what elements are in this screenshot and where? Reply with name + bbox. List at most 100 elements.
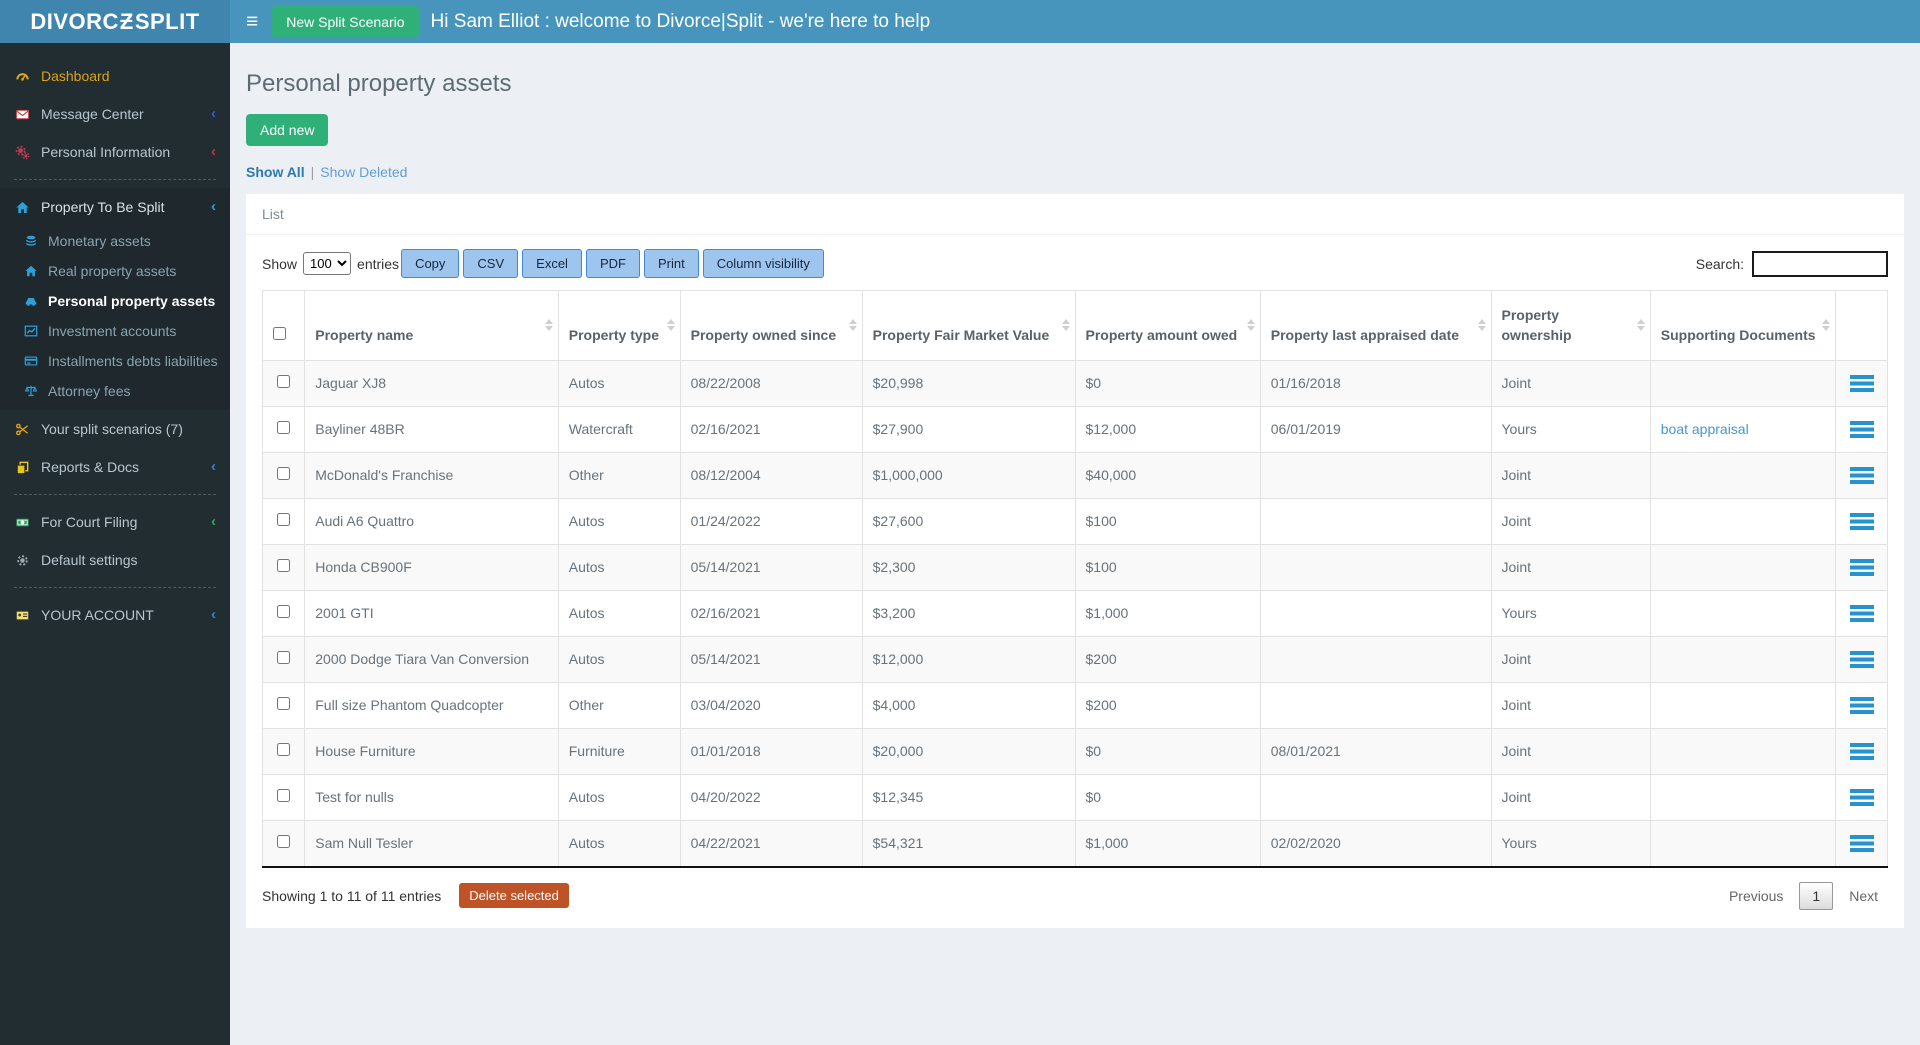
row-checkbox[interactable] bbox=[277, 421, 291, 435]
cell-ownership: Yours bbox=[1490, 589, 1651, 637]
row-menu-icon[interactable] bbox=[1849, 788, 1874, 806]
row-menu-icon[interactable] bbox=[1849, 604, 1874, 622]
row-checkbox[interactable] bbox=[277, 651, 291, 665]
column-header-supporting-documents[interactable]: Supporting Documents bbox=[1649, 290, 1837, 361]
sidebar-item-your-account[interactable]: YOUR ACCOUNT ‹ bbox=[0, 596, 230, 634]
app-logo[interactable]: DIVORC Ƶ SPLIT bbox=[0, 0, 230, 43]
excel-button[interactable]: Excel bbox=[522, 249, 582, 278]
column-header-fair-market-value[interactable]: Property Fair Market Value bbox=[861, 290, 1076, 361]
row-menu-icon[interactable] bbox=[1849, 466, 1874, 484]
sidebar-item-your-split-scenarios[interactable]: Your split scenarios (7) bbox=[0, 410, 230, 448]
sidebar-toggle-icon[interactable]: ≡ bbox=[230, 11, 272, 32]
gear-icon bbox=[14, 552, 31, 568]
sort-icon bbox=[1636, 319, 1645, 332]
cell-property-name: Full size Phantom Quadcopter bbox=[304, 681, 559, 729]
column-visibility-button[interactable]: Column visibility bbox=[702, 249, 824, 278]
cell-actions bbox=[1835, 727, 1888, 775]
row-checkbox[interactable] bbox=[277, 697, 291, 711]
chevron-left-icon: ‹ bbox=[211, 458, 216, 475]
cell-ownership: Joint bbox=[1490, 359, 1651, 407]
cell-actions bbox=[1835, 543, 1888, 591]
page-number-button[interactable]: 1 bbox=[1799, 881, 1834, 910]
new-split-scenario-button[interactable]: New Split Scenario bbox=[272, 5, 419, 38]
search-input[interactable] bbox=[1752, 250, 1888, 277]
sidebar-item-real-property-assets[interactable]: Real property assets bbox=[0, 256, 230, 286]
add-new-button[interactable]: Add new bbox=[246, 114, 329, 146]
row-checkbox[interactable] bbox=[277, 743, 291, 757]
cell-amount-owed: $0 bbox=[1074, 727, 1261, 775]
cell-property-type: Watercraft bbox=[557, 405, 681, 453]
print-button[interactable]: Print bbox=[643, 249, 699, 278]
sidebar-item-default-settings[interactable]: Default settings bbox=[0, 541, 230, 579]
column-header-ownership[interactable]: Property ownership bbox=[1490, 290, 1651, 361]
row-checkbox[interactable] bbox=[277, 375, 291, 389]
column-header-property-name[interactable]: Property name bbox=[304, 290, 559, 361]
sidebar-item-label: Real property assets bbox=[48, 263, 177, 279]
row-menu-icon[interactable] bbox=[1849, 834, 1874, 852]
column-header-amount-owed[interactable]: Property amount owed bbox=[1074, 290, 1261, 361]
sidebar-item-monetary-assets[interactable]: Monetary assets bbox=[0, 226, 230, 256]
table-header-row: Property name Property type Property own… bbox=[261, 290, 1888, 361]
sidebar-item-for-court-filing[interactable]: For Court Filing ‹ bbox=[0, 503, 230, 541]
page-size-select[interactable]: 100 bbox=[303, 252, 352, 275]
cell-ownership: Joint bbox=[1490, 773, 1651, 821]
supporting-doc-link[interactable]: boat appraisal bbox=[1661, 421, 1749, 437]
row-checkbox[interactable] bbox=[277, 605, 291, 619]
cell-owned-since: 01/01/2018 bbox=[679, 727, 863, 775]
cell-property-type: Other bbox=[557, 681, 681, 729]
row-menu-icon[interactable] bbox=[1849, 420, 1874, 438]
sidebar-group-property-to-be-split: Property To Be Split ‹ Monetary assets R… bbox=[0, 188, 230, 410]
sidebar-item-label: Reports & Docs bbox=[41, 459, 140, 475]
delete-selected-button[interactable]: Delete selected bbox=[459, 883, 569, 909]
row-checkbox[interactable] bbox=[277, 467, 291, 481]
pdf-button[interactable]: PDF bbox=[585, 249, 640, 278]
cell-ownership: Joint bbox=[1490, 727, 1651, 775]
sidebar-item-attorney-fees[interactable]: Attorney fees bbox=[0, 376, 230, 406]
row-checkbox[interactable] bbox=[277, 559, 291, 573]
sidebar-item-dashboard[interactable]: Dashboard bbox=[0, 57, 230, 95]
cell-ownership: Joint bbox=[1490, 497, 1651, 545]
row-checkbox[interactable] bbox=[277, 835, 291, 849]
row-checkbox[interactable] bbox=[277, 789, 291, 803]
scissors-icon bbox=[14, 421, 31, 437]
show-deleted-link[interactable]: Show Deleted bbox=[320, 164, 407, 180]
row-menu-icon[interactable] bbox=[1849, 650, 1874, 668]
sidebar-item-property-to-be-split[interactable]: Property To Be Split ‹ bbox=[0, 188, 230, 226]
cell-supporting-documents bbox=[1649, 819, 1837, 868]
row-menu-icon[interactable] bbox=[1849, 558, 1874, 576]
sidebar-item-installments-debts-liabilities[interactable]: Installments debts liabilities bbox=[0, 346, 230, 376]
column-header-owned-since[interactable]: Property owned since bbox=[679, 290, 863, 361]
cell-supporting-documents bbox=[1649, 773, 1837, 821]
sidebar-item-personal-property-assets[interactable]: Personal property assets bbox=[0, 286, 230, 316]
sidebar-item-investment-accounts[interactable]: Investment accounts bbox=[0, 316, 230, 346]
select-all-checkbox[interactable] bbox=[273, 327, 287, 341]
row-menu-icon[interactable] bbox=[1849, 512, 1874, 530]
row-menu-icon[interactable] bbox=[1849, 742, 1874, 760]
previous-page-button[interactable]: Previous bbox=[1719, 883, 1793, 909]
sidebar-item-label: Dashboard bbox=[41, 68, 110, 84]
cell-last-appraised-date: 08/01/2021 bbox=[1259, 727, 1492, 775]
cell-fair-market-value: $12,345 bbox=[861, 773, 1076, 821]
next-page-button[interactable]: Next bbox=[1839, 883, 1888, 909]
row-menu-icon[interactable] bbox=[1849, 374, 1874, 392]
cell-owned-since: 02/16/2021 bbox=[679, 589, 863, 637]
row-menu-icon[interactable] bbox=[1849, 696, 1874, 714]
cell-property-name: Honda CB900F bbox=[304, 543, 559, 591]
sidebar-item-message-center[interactable]: Message Center ‹ bbox=[0, 95, 230, 133]
sidebar-item-label: Property To Be Split bbox=[41, 199, 165, 215]
row-checkbox[interactable] bbox=[277, 513, 291, 527]
sort-icon bbox=[1246, 319, 1255, 332]
list-panel: List Show 100 entries Copy CSV Excel PDF… bbox=[246, 194, 1904, 928]
cell-supporting-documents bbox=[1649, 635, 1837, 683]
show-all-link[interactable]: Show All bbox=[246, 164, 305, 180]
table-row: Bayliner 48BR Watercraft 02/16/2021 $27,… bbox=[261, 405, 1888, 453]
column-header-last-appraised-date[interactable]: Property last appraised date bbox=[1259, 290, 1492, 361]
cell-actions bbox=[1835, 681, 1888, 729]
csv-button[interactable]: CSV bbox=[463, 249, 519, 278]
cell-owned-since: 02/16/2021 bbox=[679, 405, 863, 453]
copy-button[interactable]: Copy bbox=[401, 249, 460, 278]
cell-amount-owed: $100 bbox=[1074, 543, 1261, 591]
column-header-property-type[interactable]: Property type bbox=[557, 290, 681, 361]
sidebar-item-personal-information[interactable]: Personal Information ‹ bbox=[0, 133, 230, 171]
sidebar-item-reports-docs[interactable]: Reports & Docs ‹ bbox=[0, 448, 230, 486]
